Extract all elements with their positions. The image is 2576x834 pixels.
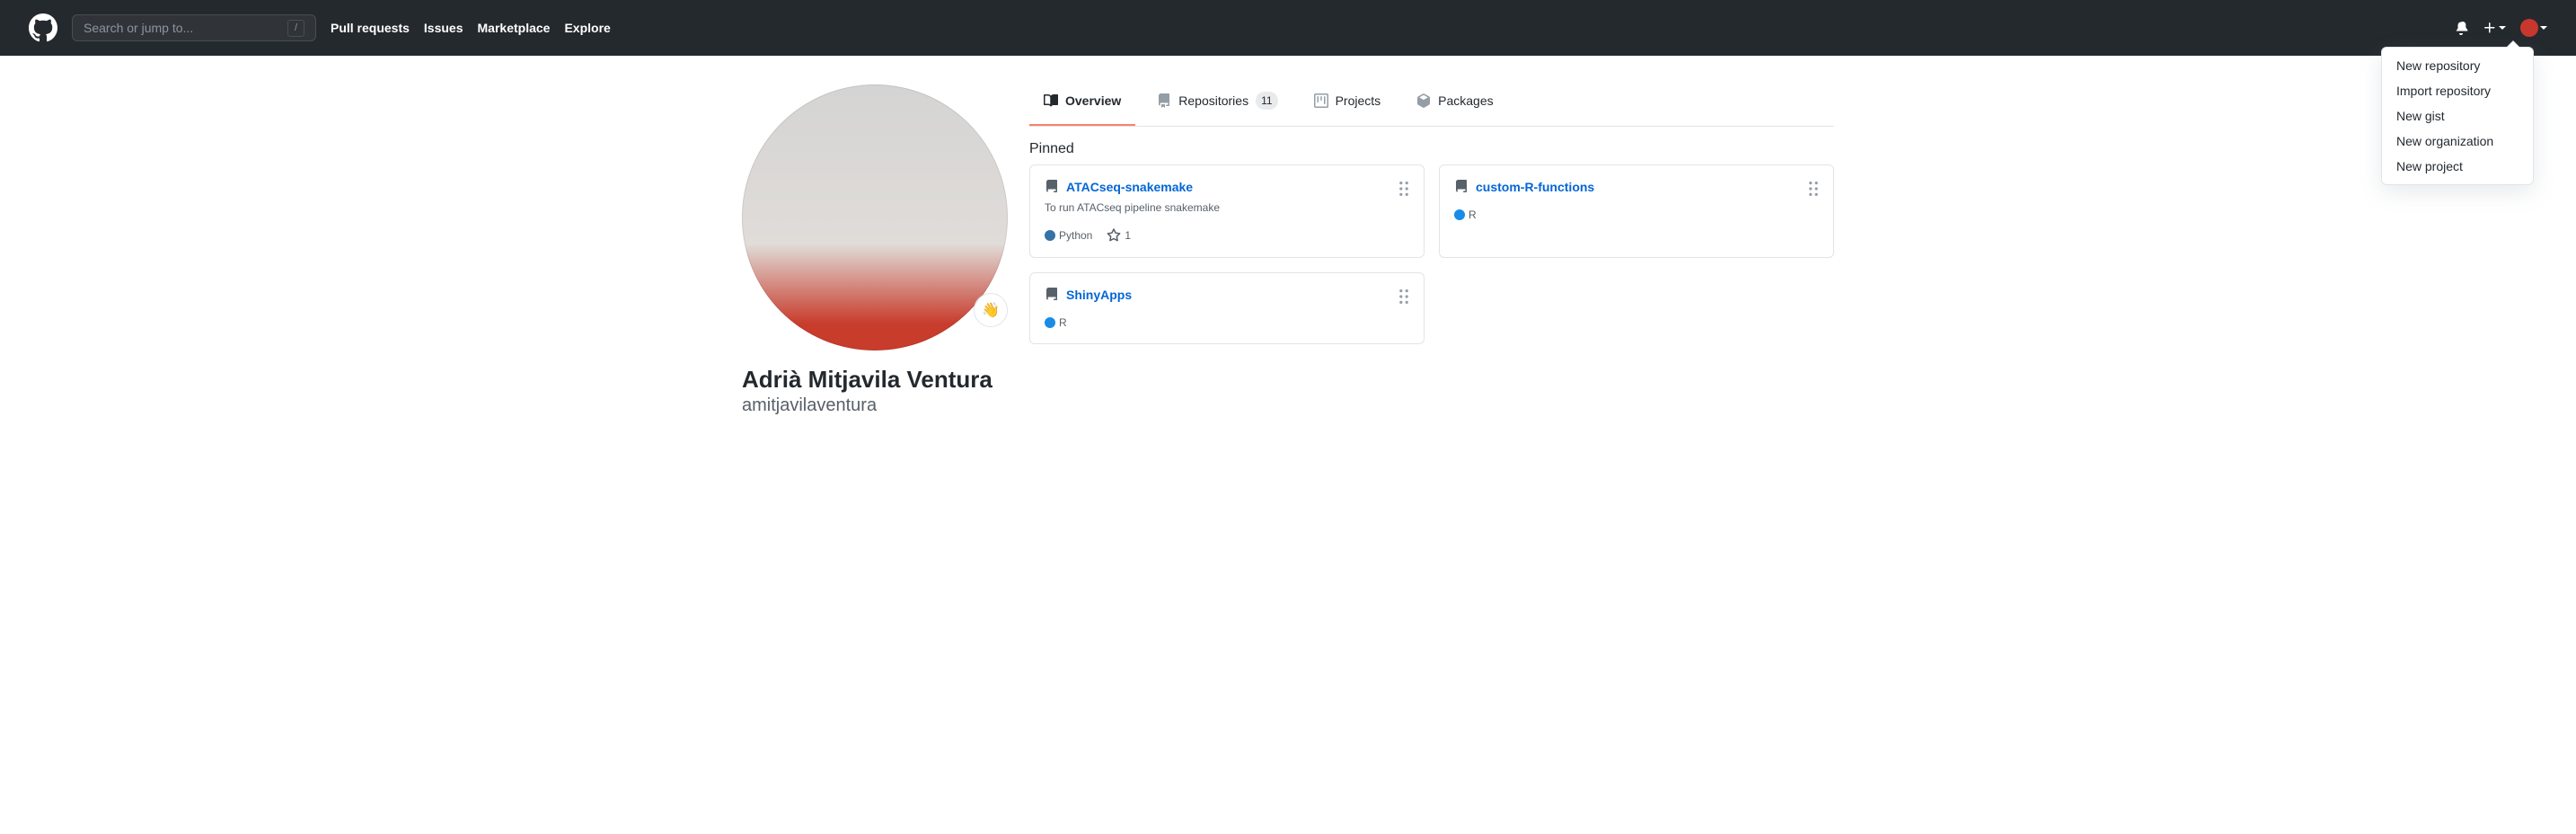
caret-down-icon — [2540, 24, 2547, 31]
repo-link[interactable]: custom-R-functions — [1476, 180, 1594, 194]
tab-label: Repositories — [1178, 93, 1248, 108]
repo-stars[interactable]: 1 — [1107, 228, 1131, 243]
repo-icon — [1045, 180, 1059, 194]
repo-icon — [1454, 180, 1469, 194]
tab-projects[interactable]: Projects — [1300, 77, 1396, 126]
profile-username: amitjavilaventura — [742, 395, 1008, 416]
nav-marketplace[interactable]: Marketplace — [478, 21, 551, 35]
tab-repositories[interactable]: Repositories 11 — [1142, 77, 1292, 126]
bell-icon — [2454, 21, 2468, 35]
tab-label: Packages — [1438, 93, 1493, 108]
repo-meta: Python 1 — [1045, 228, 1409, 243]
status-badge[interactable]: 👋 — [974, 293, 1008, 327]
repo-icon — [1045, 288, 1059, 302]
repo-link[interactable]: ShinyApps — [1066, 288, 1132, 302]
drag-handle[interactable] — [1398, 289, 1409, 304]
repo-language: R — [1469, 208, 1477, 221]
dropdown-new-organization[interactable]: New organization — [2382, 129, 2533, 154]
grabber-icon — [1398, 182, 1409, 196]
drag-handle[interactable] — [1808, 182, 1819, 196]
repo-language: Python — [1059, 229, 1092, 242]
profile-fullname: Adrià Mitjavila Ventura — [742, 365, 1008, 395]
caret-down-icon — [2499, 24, 2506, 31]
plus-icon — [2483, 21, 2497, 35]
project-icon — [1314, 93, 1328, 108]
user-menu-button[interactable] — [2520, 19, 2547, 37]
repo-meta: R — [1045, 316, 1409, 329]
nav-issues[interactable]: Issues — [424, 21, 463, 35]
search-slash-hint: / — [287, 20, 304, 37]
dropdown-new-repository[interactable]: New repository — [2382, 53, 2533, 78]
main-header: / Pull requests Issues Marketplace Explo… — [0, 0, 2576, 56]
lang-color-dot — [1045, 317, 1055, 328]
profile-tab-nav: Overview Repositories 11 Projects Packag… — [1029, 77, 1834, 127]
grabber-icon — [1808, 182, 1819, 196]
pinned-grid: ATACseq-snakemake To run ATACseq pipelin… — [1029, 164, 1834, 344]
pinned-repo-card: ShinyApps R — [1029, 272, 1425, 344]
tab-packages[interactable]: Packages — [1402, 77, 1507, 126]
repo-icon — [1157, 93, 1171, 108]
pinned-repo-card: ATACseq-snakemake To run ATACseq pipelin… — [1029, 164, 1425, 258]
github-logo[interactable] — [29, 13, 57, 42]
profile-sidebar: 👋 Adrià Mitjavila Ventura amitjavilavent… — [742, 84, 1008, 416]
header-avatar — [2520, 19, 2538, 37]
search-box[interactable]: / — [72, 14, 316, 41]
drag-handle[interactable] — [1398, 182, 1409, 196]
search-input[interactable] — [84, 21, 287, 35]
profile-avatar[interactable]: 👋 — [742, 84, 1008, 350]
create-new-button[interactable] — [2483, 21, 2506, 35]
repo-meta: R — [1454, 208, 1819, 221]
tab-label: Overview — [1065, 93, 1121, 108]
nav-pull-requests[interactable]: Pull requests — [331, 21, 410, 35]
notifications-button[interactable] — [2454, 21, 2468, 35]
dropdown-import-repository[interactable]: Import repository — [2382, 78, 2533, 103]
repo-link[interactable]: ATACseq-snakemake — [1066, 180, 1193, 194]
nav-explore[interactable]: Explore — [564, 21, 610, 35]
book-icon — [1044, 93, 1058, 108]
main-content: Overview Repositories 11 Projects Packag… — [1029, 56, 1834, 416]
create-new-dropdown: New repository Import repository New gis… — [2381, 47, 2534, 185]
grabber-icon — [1398, 289, 1409, 304]
repo-language: R — [1059, 316, 1067, 329]
tab-label: Projects — [1336, 93, 1381, 108]
package-icon — [1416, 93, 1431, 108]
dropdown-new-project[interactable]: New project — [2382, 154, 2533, 179]
pinned-repo-card: custom-R-functions R — [1439, 164, 1834, 258]
header-actions — [2454, 19, 2547, 37]
repo-description: To run ATACseq pipeline snakemake — [1045, 201, 1409, 214]
lang-color-dot — [1045, 230, 1055, 241]
lang-color-dot — [1454, 209, 1465, 220]
nav-links: Pull requests Issues Marketplace Explore — [331, 21, 2454, 35]
repo-count-badge: 11 — [1256, 92, 1277, 110]
pinned-title: Pinned — [1029, 141, 1834, 157]
tab-overview[interactable]: Overview — [1029, 77, 1135, 126]
dropdown-new-gist[interactable]: New gist — [2382, 103, 2533, 129]
star-icon — [1107, 228, 1121, 243]
